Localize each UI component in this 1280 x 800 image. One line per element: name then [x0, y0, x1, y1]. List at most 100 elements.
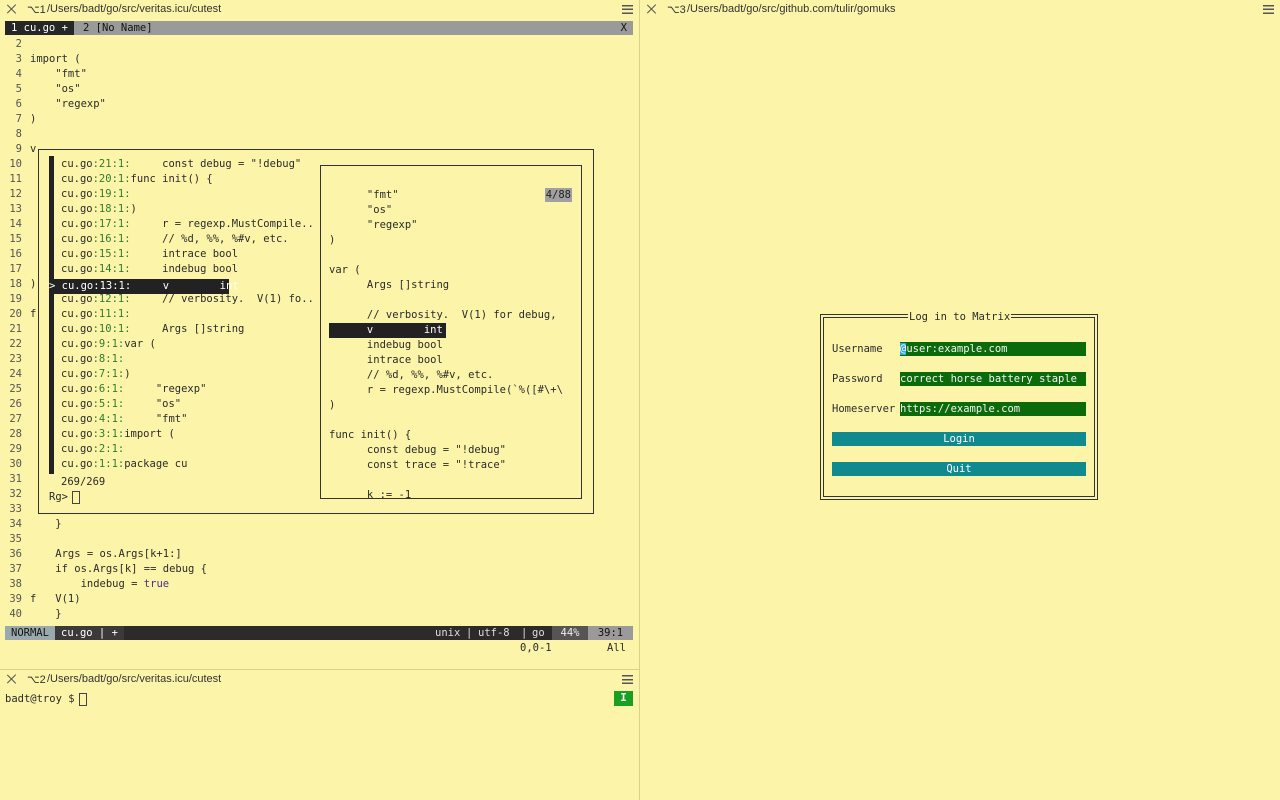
- close-icon[interactable]: [6, 673, 18, 685]
- result-row[interactable]: cu.go:12:1: // verbosity. V(1) fo..: [61, 292, 314, 307]
- result-row[interactable]: cu.go:8:1:: [61, 352, 124, 367]
- result-row[interactable]: cu.go:5:1: "os": [61, 397, 181, 412]
- close-tab-button[interactable]: X: [621, 21, 627, 35]
- close-icon[interactable]: [646, 3, 658, 15]
- result-row[interactable]: cu.go:19:1:: [61, 187, 131, 202]
- shell-prompt-line[interactable]: badt@troy $: [5, 692, 87, 707]
- vim-statusline: NORMAL cu.go | + unix | utf-8 | go 44% 3…: [5, 626, 633, 640]
- hamburger-menu-icon[interactable]: [1263, 5, 1274, 14]
- result-row[interactable]: cu.go:9:1:var (: [61, 337, 156, 352]
- result-row[interactable]: cu.go:2:1:: [61, 442, 124, 457]
- result-row[interactable]: cu.go:3:1:import (: [61, 427, 175, 442]
- result-row[interactable]: cu.go:17:1: r = regexp.MustCompile..: [61, 217, 314, 232]
- result-file: cu.go: [61, 218, 93, 230]
- line-code: ): [30, 278, 37, 290]
- selected-result[interactable]: > cu.go:13:1: v int: [49, 279, 239, 294]
- line-code: if os.Args[k] == debug {: [30, 563, 208, 575]
- search-prompt[interactable]: Rg>: [49, 490, 80, 505]
- result-row[interactable]: cu.go:14:1: indebug bool: [61, 262, 238, 277]
- result-row[interactable]: cu.go:4:1: "fmt": [61, 412, 187, 427]
- hamburger-menu-icon[interactable]: [622, 675, 633, 684]
- line-number: 11: [9, 173, 22, 185]
- pane-number: ⌥2: [27, 674, 46, 686]
- line-number: 5: [15, 83, 22, 95]
- hamburger-menu-icon[interactable]: [622, 5, 633, 14]
- tab-no-name[interactable]: 2 [No Name]: [77, 21, 159, 35]
- line-number: 38: [9, 578, 22, 590]
- line-number: 28: [9, 428, 22, 440]
- line-number: 27: [9, 413, 22, 425]
- result-file: cu.go: [61, 443, 93, 455]
- shell-pane[interactable]: ⌥2 /Users/badt/go/src/veritas.icu/cutest…: [0, 670, 639, 800]
- result-text: indebug bool: [130, 263, 239, 275]
- result-row[interactable]: cu.go:10:1: Args []string: [61, 322, 244, 337]
- password-field[interactable]: correct horse battery staple: [900, 372, 1086, 386]
- result-location: :7:1:: [92, 368, 125, 380]
- mode-indicator: NORMAL: [5, 626, 55, 640]
- line-number: 37: [9, 563, 22, 575]
- result-location: :1:1:: [92, 458, 125, 470]
- line-number: 6: [15, 98, 22, 110]
- preview-line: const debug = "!debug": [329, 444, 507, 456]
- line-number: 4: [15, 68, 22, 80]
- line-code: f V(1): [30, 593, 81, 605]
- preview-line: r = regexp.MustCompile(`%([#\+\: [329, 384, 563, 396]
- result-location: :9:1:: [92, 338, 125, 350]
- result-file: cu.go: [61, 368, 93, 380]
- result-text: "regexp": [124, 383, 207, 395]
- pane-path: /Users/badt/go/src/veritas.icu/cutest: [47, 3, 222, 15]
- result-location: :17:1:: [92, 218, 131, 230]
- result-file: cu.go: [61, 323, 93, 335]
- status-sep: |: [466, 627, 473, 639]
- preview-line: func init() {: [329, 429, 412, 441]
- result-row[interactable]: cu.go:16:1: // %d, %%, %#v, etc.: [61, 232, 289, 247]
- line-number: 9: [15, 143, 22, 155]
- line-number: 10: [9, 158, 22, 170]
- editor-line: 34 }: [0, 517, 630, 532]
- line-number: 31: [9, 473, 22, 485]
- preview-line: k := -1: [329, 489, 412, 501]
- result-row[interactable]: cu.go:6:1: "regexp": [61, 382, 206, 397]
- line-number: 3: [15, 53, 22, 65]
- result-file: cu.go: [61, 203, 93, 215]
- result-location: :12:1:: [92, 293, 131, 305]
- preview-line: // verbosity. V(1) for debug,: [329, 309, 557, 321]
- fzf-popup[interactable]: cu.go:21:1: const debug = "!debug" cu.go:…: [38, 149, 594, 514]
- result-row[interactable]: cu.go:7:1:): [61, 367, 131, 382]
- result-file: cu.go: [61, 173, 93, 185]
- result-text: intrace bool: [130, 248, 239, 260]
- result-text: Args []string: [130, 323, 245, 335]
- editor-line: 39 f V(1): [0, 592, 630, 607]
- line-number: 22: [9, 338, 22, 350]
- prompt-cursor: [71, 490, 80, 504]
- line-code: }: [30, 518, 62, 530]
- vim-pane[interactable]: ⌥1 /Users/badt/go/src/veritas.icu/cutest…: [0, 0, 639, 669]
- tab-cu-go[interactable]: 1 cu.go +: [5, 21, 74, 35]
- result-row[interactable]: cu.go:18:1:): [61, 202, 137, 217]
- result-row[interactable]: cu.go:21:1: const debug = "!debug": [61, 157, 301, 172]
- result-file: cu.go: [61, 458, 93, 470]
- result-row[interactable]: cu.go:20:1:func init() {: [61, 172, 213, 187]
- quit-button[interactable]: Quit: [832, 462, 1086, 476]
- result-location: :18:1:: [92, 203, 131, 215]
- result-row[interactable]: cu.go:11:1:: [61, 307, 131, 322]
- close-icon[interactable]: [6, 3, 18, 15]
- preview-line: // %d, %%, %#v, etc.: [329, 369, 494, 381]
- line-code: "os": [30, 83, 81, 95]
- insert-mode-badge: I: [614, 691, 633, 706]
- login-button[interactable]: Login: [832, 432, 1086, 446]
- result-row[interactable]: cu.go:15:1: intrace bool: [61, 247, 238, 262]
- username-field[interactable]: @user:example.com: [900, 342, 1086, 356]
- editor-line: 6 "regexp": [0, 97, 630, 112]
- result-row[interactable]: cu.go:1:1:package cu: [61, 457, 187, 472]
- homeserver-field[interactable]: https://example.com: [900, 402, 1086, 416]
- line-number: 30: [9, 458, 22, 470]
- line-number: 18: [9, 278, 22, 290]
- line-number: 24: [9, 368, 22, 380]
- result-file: cu.go: [61, 398, 93, 410]
- line-code: import (: [30, 53, 81, 65]
- line-number: 32: [9, 488, 22, 500]
- line-number: 40: [9, 608, 22, 620]
- editor-line: 7): [0, 112, 630, 127]
- result-location: :3:1:: [92, 428, 125, 440]
